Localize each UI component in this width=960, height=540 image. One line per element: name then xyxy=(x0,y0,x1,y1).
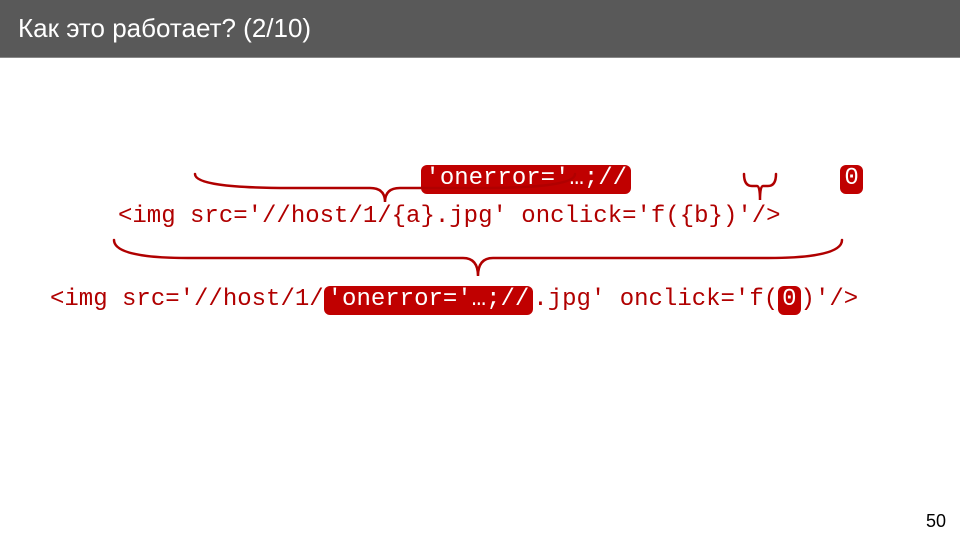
res-mid: .jpg' onclick='f( xyxy=(533,286,778,313)
result-line: <img src='//host/1/'onerror='…;//.jpg' o… xyxy=(50,286,858,315)
res-prefix: <img src='//host/1/ xyxy=(50,286,324,313)
tpl-a-token: {a} xyxy=(392,203,435,230)
tpl-prefix: <img src='//host/1/ xyxy=(118,203,392,230)
value-b: 0 xyxy=(840,165,862,194)
tpl-mid: .jpg' onclick='f( xyxy=(435,203,680,230)
template-line: <img src='//host/1/{a}.jpg' onclick='f({… xyxy=(118,203,781,230)
slide: Как это работает? (2/10) 'onerror='…;// … xyxy=(0,0,960,540)
slide-header: Как это работает? (2/10) xyxy=(0,0,960,58)
page-number: 50 xyxy=(926,511,946,532)
slide-content: 'onerror='…;// 0 <img src='//host/1/{a}.… xyxy=(0,58,960,498)
brace-b-icon xyxy=(740,166,780,206)
res-a-value: 'onerror='…;// xyxy=(324,286,534,315)
tpl-suffix: )'/> xyxy=(723,203,781,230)
res-b-value: 0 xyxy=(778,286,800,315)
slide-title: Как это работает? (2/10) xyxy=(18,13,311,44)
tpl-b-token: {b} xyxy=(680,203,723,230)
brace-result-icon xyxy=(108,232,848,282)
res-suffix: )'/> xyxy=(801,286,859,313)
brace-a-icon xyxy=(190,166,580,206)
